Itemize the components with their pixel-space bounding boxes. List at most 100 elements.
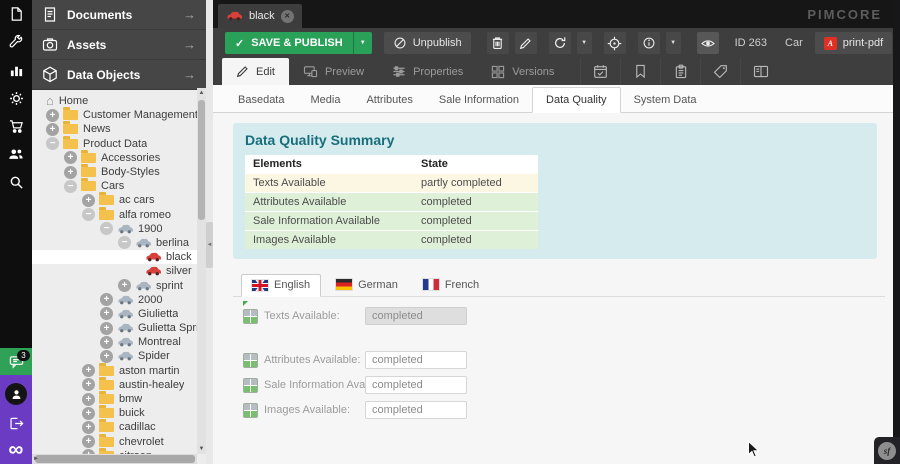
tree-item-cadillac[interactable]: +cadillac <box>32 420 197 434</box>
save-options-caret[interactable]: ▼ <box>353 32 372 54</box>
tree-item-home[interactable]: ⌂Home <box>32 94 197 108</box>
wrench-icon[interactable] <box>0 28 32 56</box>
notifications-button[interactable]: 3 <box>0 348 32 375</box>
file-icon[interactable] <box>0 0 32 28</box>
print-pdf-button[interactable]: A print-pdf <box>815 32 892 54</box>
tree-item-1900[interactable]: −1900 <box>32 222 197 236</box>
tree-item-cars[interactable]: −Cars <box>32 179 197 193</box>
tree-item-bmw[interactable]: +bmw <box>32 392 197 406</box>
locate-in-tree-button[interactable] <box>604 32 626 54</box>
scrollbar-thumb[interactable] <box>198 100 205 220</box>
save-and-publish-button[interactable]: ✓SAVE & PUBLISH ▼ <box>225 32 372 54</box>
collapse-panel-handle[interactable]: ◄ <box>206 222 213 268</box>
close-icon[interactable]: ✕ <box>281 10 294 23</box>
tree-item-product-data[interactable]: −Product Data <box>32 137 197 151</box>
expand-icon[interactable]: + <box>46 123 59 136</box>
expand-icon[interactable]: + <box>100 293 113 306</box>
tree-item-berlina[interactable]: −berlina <box>32 236 197 250</box>
tree-item-news[interactable]: +News <box>32 122 197 136</box>
tree-item-silver[interactable]: silver <box>32 264 197 278</box>
reload-options-caret[interactable]: ▼ <box>577 32 592 54</box>
open-tab-black[interactable]: black ✕ <box>218 4 302 28</box>
corner-badge[interactable]: sf <box>874 437 900 464</box>
expand-icon[interactable]: + <box>82 435 95 448</box>
tree-item-gulietta-sprint-specia[interactable]: +Gulietta Sprint Specia <box>32 321 197 335</box>
collapse-icon[interactable]: − <box>100 222 113 235</box>
open-preview-button[interactable] <box>697 32 719 54</box>
expand-icon[interactable]: + <box>100 350 113 363</box>
tree-horizontal-scrollbar[interactable]: ► <box>32 454 197 464</box>
tab-media[interactable]: Media <box>297 88 353 112</box>
tab-system-data[interactable]: System Data <box>621 88 710 112</box>
arrow-right-icon[interactable]: → <box>183 37 196 52</box>
arrow-right-icon[interactable]: → <box>183 67 196 82</box>
tree-item-alfa-romeo[interactable]: −alfa romeo <box>32 208 197 222</box>
tree-item-buick[interactable]: +buick <box>32 406 197 420</box>
expand-icon[interactable]: + <box>82 393 95 406</box>
sidebar-section-assets[interactable]: Assets → <box>32 30 206 60</box>
gear-icon[interactable] <box>0 84 32 112</box>
tab-notes[interactable] <box>620 58 660 85</box>
scroll-up-icon[interactable]: ▲ <box>197 90 206 96</box>
bar-chart-icon[interactable] <box>0 56 32 84</box>
field-input[interactable]: completed <box>365 307 467 325</box>
tree-item-sprint[interactable]: +sprint <box>32 278 197 292</box>
tab-tags[interactable] <box>700 58 740 85</box>
sidebar-section-documents[interactable]: Documents → <box>32 0 206 30</box>
sidebar-section-data-objects[interactable]: Data Objects → <box>32 60 206 90</box>
expand-icon[interactable]: + <box>82 407 95 420</box>
expand-icon[interactable]: + <box>82 364 95 377</box>
tab-preview[interactable]: Preview <box>289 58 378 85</box>
tab-versions[interactable]: Versions <box>477 58 568 85</box>
tree-vertical-scrollbar[interactable]: ▲ ▼ <box>197 88 206 454</box>
arrow-right-icon[interactable]: → <box>183 7 196 22</box>
expand-icon[interactable]: + <box>100 322 113 335</box>
rename-button[interactable] <box>515 32 537 54</box>
expand-icon[interactable]: + <box>64 151 77 164</box>
tree-item-customer-management[interactable]: +Customer Management <box>32 108 197 122</box>
language-tab-english[interactable]: English <box>241 274 321 297</box>
tree-item-2000[interactable]: +2000 <box>32 293 197 307</box>
expand-icon[interactable]: + <box>100 336 113 349</box>
field-input[interactable]: completed <box>365 376 467 394</box>
collapse-icon[interactable]: − <box>64 180 77 193</box>
scrollbar-thumb[interactable] <box>35 455 195 463</box>
tree-item-montreal[interactable]: +Montreal <box>32 335 197 349</box>
info-button[interactable] <box>638 32 660 54</box>
tab-attributes[interactable]: Attributes <box>353 88 425 112</box>
expand-icon[interactable]: + <box>100 307 113 320</box>
expand-icon[interactable]: + <box>118 279 131 292</box>
search-icon[interactable] <box>0 168 32 196</box>
collapse-icon[interactable]: − <box>118 236 131 249</box>
logout-icon[interactable] <box>9 416 24 431</box>
reload-button[interactable] <box>549 32 571 54</box>
tree-item-chevrolet[interactable]: +chevrolet <box>32 435 197 449</box>
expand-icon[interactable]: + <box>82 378 95 391</box>
tab-reports[interactable] <box>660 58 700 85</box>
tab-basedata[interactable]: Basedata <box>225 88 297 112</box>
pimcore-infinity-icon[interactable]: ∞ <box>9 442 24 458</box>
tree-item-accessories[interactable]: +Accessories <box>32 151 197 165</box>
tree-item-ac-cars[interactable]: +ac cars <box>32 193 197 207</box>
tab-workflow[interactable] <box>740 58 780 85</box>
tree-item-spider[interactable]: +Spider <box>32 349 197 363</box>
tab-data-quality[interactable]: Data Quality <box>532 87 621 113</box>
scroll-right-icon[interactable]: ► <box>32 456 40 462</box>
tree-item-austin-healey[interactable]: +austin-healey <box>32 378 197 392</box>
tab-edit[interactable]: Edit <box>222 58 289 85</box>
expand-icon[interactable]: + <box>64 166 77 179</box>
tree-item-aston-martin[interactable]: +aston martin <box>32 364 197 378</box>
expand-icon[interactable]: + <box>46 109 59 122</box>
scroll-down-icon[interactable]: ▼ <box>197 446 206 452</box>
tree-item-giulietta[interactable]: +Giulietta <box>32 307 197 321</box>
tab-sale-information[interactable]: Sale Information <box>426 88 532 112</box>
tree-item-body-styles[interactable]: +Body-Styles <box>32 165 197 179</box>
expand-icon[interactable]: + <box>82 421 95 434</box>
user-avatar-icon[interactable] <box>5 383 27 405</box>
collapse-icon[interactable]: − <box>46 137 59 150</box>
users-icon[interactable] <box>0 140 32 168</box>
tree-item-black[interactable]: black <box>32 250 197 264</box>
language-tab-german[interactable]: German <box>326 274 408 296</box>
field-input[interactable]: completed <box>365 351 467 369</box>
field-input[interactable]: completed <box>365 401 467 419</box>
